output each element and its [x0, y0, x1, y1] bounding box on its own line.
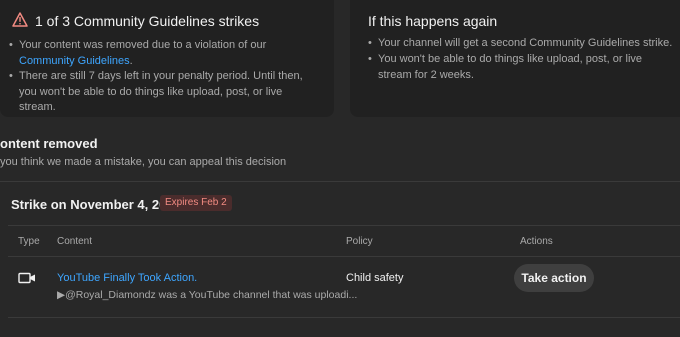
column-header-policy: Policy	[346, 236, 373, 247]
consequence-card: If this happens again • Your channel will…	[350, 0, 680, 117]
second-strike-bullet: • Your channel will get a second Communit…	[368, 37, 673, 49]
removal-reason-bullet: • Your content was removed due to a viola…	[9, 39, 267, 67]
divider	[8, 225, 680, 226]
divider	[8, 256, 680, 257]
policy-value: Child safety	[346, 272, 404, 284]
appeal-subtitle: you think we made a mistake, you can app…	[0, 156, 287, 168]
divider	[0, 181, 680, 182]
warning-triangle-icon	[12, 12, 28, 27]
strike-count-title: 1 of 3 Community Guidelines strikes	[35, 13, 260, 29]
content-removed-heading: ontent removed	[0, 136, 98, 151]
consequence-title: If this happens again	[368, 13, 498, 29]
column-header-actions: Actions	[520, 236, 553, 247]
column-header-type: Type	[18, 236, 40, 247]
video-description: ▶@Royal_Diamondz was a YouTube channel t…	[57, 289, 358, 301]
video-camera-icon	[18, 272, 35, 284]
penalty-period-bullet: • There are still 7 days left in your pen…	[9, 70, 303, 113]
strike-date-title: Strike on November 4, 2025	[11, 197, 181, 212]
take-action-button[interactable]: Take action	[514, 264, 594, 292]
strike-summary-card: 1 of 3 Community Guidelines strikes • You…	[0, 0, 334, 117]
restriction-bullet: • You won't be able to do things like upl…	[368, 53, 643, 81]
video-title-link[interactable]: YouTube Finally Took Action.	[57, 272, 197, 284]
community-guidelines-link[interactable]: Community Guidelines	[19, 55, 130, 67]
expiry-badge: Expires Feb 2	[160, 195, 232, 211]
divider	[8, 317, 680, 318]
column-header-content: Content	[57, 236, 93, 247]
